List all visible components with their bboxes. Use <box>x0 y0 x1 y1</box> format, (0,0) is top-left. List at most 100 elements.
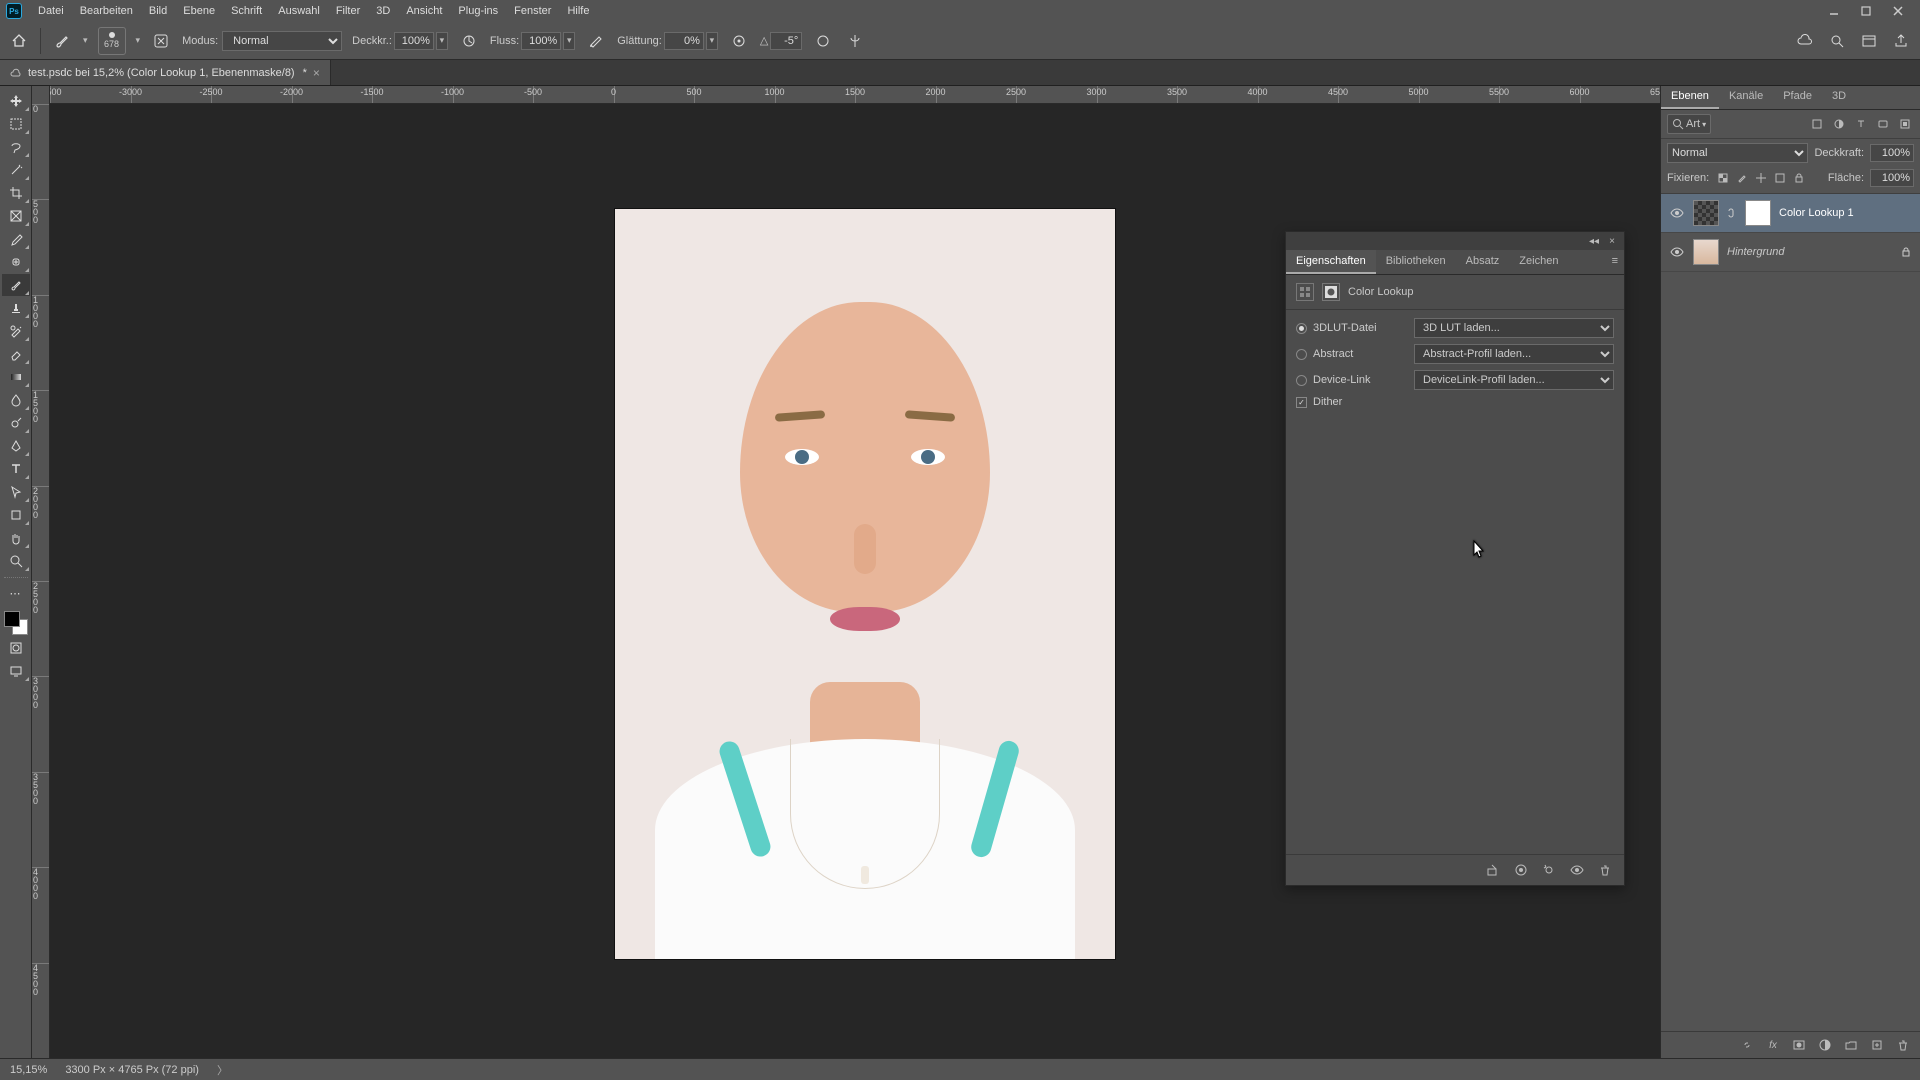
brush-preset-picker[interactable]: 678 <box>98 27 126 55</box>
blur-tool[interactable] <box>2 389 30 411</box>
window-maximize-button[interactable] <box>1850 0 1882 22</box>
mask-link-icon[interactable] <box>1727 206 1737 220</box>
fill-input[interactable] <box>1870 169 1914 187</box>
airbrush-icon[interactable] <box>585 30 607 52</box>
marquee-tool[interactable] <box>2 113 30 135</box>
clip-to-layer-icon[interactable] <box>1484 861 1502 879</box>
crop-tool[interactable] <box>2 182 30 204</box>
search-icon[interactable] <box>1826 30 1848 52</box>
trash-icon[interactable] <box>1596 861 1614 879</box>
layer-thumb[interactable] <box>1693 200 1719 226</box>
filter-pixel-icon[interactable] <box>1808 115 1826 133</box>
panel-menu-icon[interactable]: ≡ <box>1606 250 1624 274</box>
visibility-toggle[interactable] <box>1669 244 1685 260</box>
layer-blend-select[interactable]: Normal <box>1667 143 1808 163</box>
share-icon[interactable] <box>1890 30 1912 52</box>
menu-ebene[interactable]: Ebene <box>175 0 223 22</box>
window-minimize-button[interactable] <box>1818 0 1850 22</box>
quickmask-icon[interactable] <box>2 637 30 659</box>
lut-file-label[interactable]: 3DLUT-Datei <box>1296 322 1406 334</box>
fx-icon[interactable]: fx <box>1764 1036 1782 1054</box>
eyedropper-tool[interactable] <box>2 228 30 250</box>
foreground-color-swatch[interactable] <box>4 611 20 627</box>
menu-hilfe[interactable]: Hilfe <box>559 0 597 22</box>
frame-tool[interactable] <box>2 205 30 227</box>
pressure-size-icon[interactable] <box>812 30 834 52</box>
filter-type-icon[interactable] <box>1852 115 1870 133</box>
blend-mode-select[interactable]: Normal <box>222 31 342 51</box>
hand-tool[interactable] <box>2 527 30 549</box>
arrange-docs-icon[interactable] <box>1858 30 1880 52</box>
tab-kanaele[interactable]: Kanäle <box>1719 86 1773 109</box>
layer-opacity-input[interactable] <box>1870 144 1914 162</box>
filter-adjust-icon[interactable] <box>1830 115 1848 133</box>
panel-titlebar[interactable]: ◂◂ × <box>1286 232 1624 250</box>
zoom-tool[interactable] <box>2 550 30 572</box>
horizontal-ruler[interactable]: -3500-3000-2500-2000-1500-1000-500050010… <box>50 86 1660 104</box>
menu-bild[interactable]: Bild <box>141 0 175 22</box>
menu-filter[interactable]: Filter <box>328 0 368 22</box>
pressure-opacity-icon[interactable] <box>458 30 480 52</box>
chevron-down-icon[interactable]: ▾ <box>83 35 88 46</box>
lasso-tool[interactable] <box>2 136 30 158</box>
lock-pixels-icon[interactable] <box>1734 170 1750 186</box>
group-icon[interactable] <box>1842 1036 1860 1054</box>
layer-name[interactable]: Color Lookup 1 <box>1779 207 1912 219</box>
window-close-button[interactable] <box>1882 0 1914 22</box>
menu-fenster[interactable]: Fenster <box>506 0 559 22</box>
lut-file-select[interactable]: 3D LUT laden... <box>1414 318 1614 338</box>
menu-bearbeiten[interactable]: Bearbeiten <box>72 0 141 22</box>
layer-filter-kind[interactable]: Art ▾ <box>1667 114 1711 134</box>
pen-tool[interactable] <box>2 435 30 457</box>
menu-auswahl[interactable]: Auswahl <box>270 0 328 22</box>
menu-datei[interactable]: Datei <box>30 0 72 22</box>
menu-ansicht[interactable]: Ansicht <box>398 0 450 22</box>
abstract-label[interactable]: Abstract <box>1296 348 1406 360</box>
brush-tool[interactable] <box>2 274 30 296</box>
devicelink-select[interactable]: DeviceLink-Profil laden... <box>1414 370 1614 390</box>
cloud-docs-icon[interactable] <box>1794 30 1816 52</box>
angle-input[interactable] <box>770 32 802 50</box>
healing-tool[interactable] <box>2 251 30 273</box>
opacity-input[interactable] <box>394 32 434 50</box>
brush-settings-icon[interactable] <box>150 30 172 52</box>
opacity-dropdown[interactable]: ▾ <box>436 32 448 50</box>
close-tab-icon[interactable]: × <box>313 66 320 80</box>
wand-tool[interactable] <box>2 159 30 181</box>
radio-icon[interactable] <box>1296 375 1307 386</box>
lock-icon[interactable] <box>1900 246 1912 258</box>
flow-input[interactable] <box>521 32 561 50</box>
tab-zeichen[interactable]: Zeichen <box>1509 250 1568 274</box>
home-icon[interactable] <box>8 30 30 52</box>
eraser-tool[interactable] <box>2 343 30 365</box>
layer-row[interactable]: Color Lookup 1 <box>1661 194 1920 233</box>
mask-icon[interactable] <box>1790 1036 1808 1054</box>
gradient-tool[interactable] <box>2 366 30 388</box>
abstract-select[interactable]: Abstract-Profil laden... <box>1414 344 1614 364</box>
path-select-tool[interactable] <box>2 481 30 503</box>
link-layers-icon[interactable] <box>1738 1036 1756 1054</box>
type-tool[interactable] <box>2 458 30 480</box>
radio-icon[interactable] <box>1296 349 1307 360</box>
lock-artboard-icon[interactable] <box>1772 170 1788 186</box>
screenmode-icon[interactable] <box>2 660 30 682</box>
filter-smart-icon[interactable] <box>1896 115 1914 133</box>
zoom-readout[interactable]: 15,15% <box>10 1064 47 1076</box>
tab-3d[interactable]: 3D <box>1822 86 1856 109</box>
close-panel-icon[interactable]: × <box>1604 234 1620 248</box>
collapse-panel-icon[interactable]: ◂◂ <box>1586 234 1602 248</box>
lock-transparency-icon[interactable] <box>1715 170 1731 186</box>
tab-absatz[interactable]: Absatz <box>1456 250 1510 274</box>
shape-tool[interactable] <box>2 504 30 526</box>
tab-eigenschaften[interactable]: Eigenschaften <box>1286 250 1376 274</box>
edit-toolbar-icon[interactable]: ⋯ <box>2 582 30 604</box>
layer-mask-thumb[interactable] <box>1745 200 1771 226</box>
filter-shape-icon[interactable] <box>1874 115 1892 133</box>
tab-pfade[interactable]: Pfade <box>1773 86 1822 109</box>
color-swatches[interactable] <box>2 609 30 637</box>
brush-tool-icon[interactable] <box>51 30 73 52</box>
adjustment-icon[interactable] <box>1816 1036 1834 1054</box>
layer-row[interactable]: Hintergrund <box>1661 233 1920 272</box>
devicelink-label[interactable]: Device-Link <box>1296 374 1406 386</box>
dodge-tool[interactable] <box>2 412 30 434</box>
